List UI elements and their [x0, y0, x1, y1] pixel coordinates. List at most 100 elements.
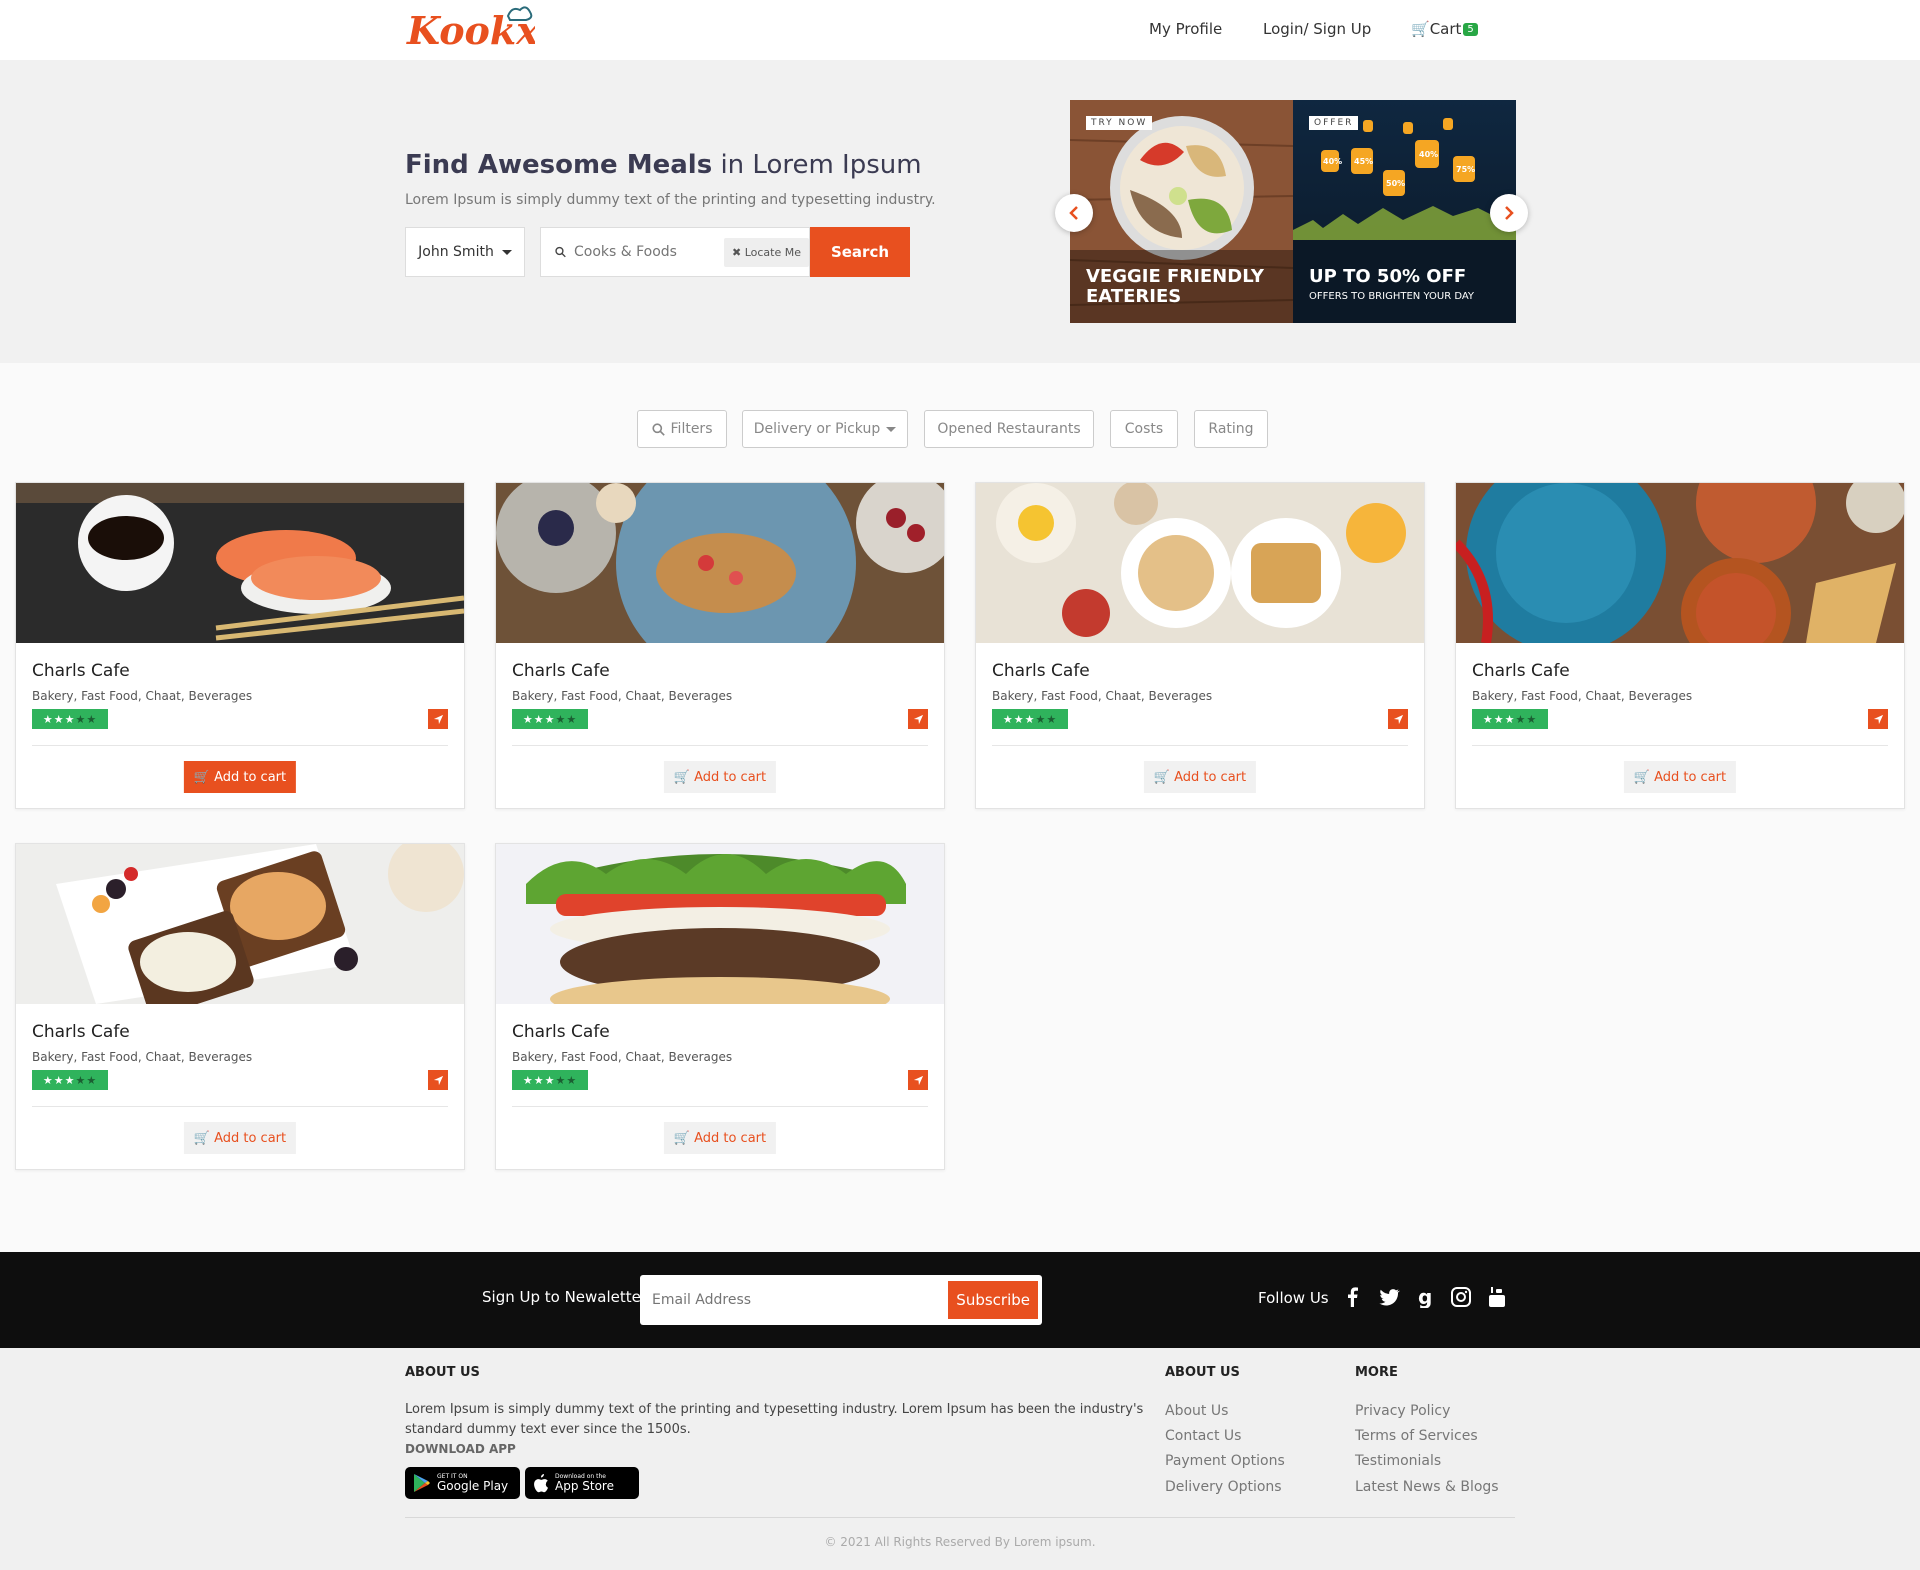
restaurant-card[interactable]: Charls Cafe Bakery, Fast Food, Chaat, Bev… — [495, 482, 945, 809]
add-to-cart-label: Add to cart — [214, 769, 287, 785]
opened-restaurants-button[interactable]: Opened Restaurants — [924, 410, 1094, 448]
google-play-big: Google Play — [437, 1479, 509, 1493]
caret-down-icon — [501, 249, 512, 255]
nav-login-signup[interactable]: Login/ Sign Up — [1263, 20, 1371, 38]
add-to-cart-label: Add to cart — [1174, 769, 1247, 785]
app-store-badge[interactable]: Download on the App Store — [525, 1467, 639, 1499]
star-icon: ★ — [566, 712, 578, 726]
carousel-slide-veggie[interactable]: TRY NOW VEGGIE FRIENDLY EATERIES — [1070, 100, 1293, 323]
carousel-prev-button[interactable] — [1055, 194, 1093, 232]
cart-icon: 🛒 — [193, 769, 211, 785]
instagram-icon[interactable] — [1450, 1286, 1472, 1308]
costs-button[interactable]: Costs — [1110, 410, 1178, 448]
restaurant-name[interactable]: Charls Cafe — [512, 661, 610, 681]
directions-button[interactable] — [428, 709, 448, 729]
restaurant-card[interactable]: Charls Cafe Bakery, Fast Food, Chaat, Bev… — [15, 482, 465, 809]
carousel-slide-offer[interactable]: 40% 45% 40% 50% 75% OFFER UP TO 50% OFF … — [1293, 100, 1516, 323]
directions-button[interactable] — [428, 1070, 448, 1090]
footer-link-delivery-options[interactable]: Delivery Options — [1165, 1479, 1282, 1495]
star-icon: ★ — [1035, 712, 1047, 726]
newsletter-form: Subscribe — [640, 1275, 1042, 1325]
add-to-cart-label: Add to cart — [1654, 769, 1727, 785]
locate-me-button[interactable]: ✖ Locate Me — [723, 237, 809, 267]
search-button[interactable]: Search — [810, 227, 910, 277]
star-icon: ★ — [1515, 712, 1527, 726]
restaurant-card[interactable]: Charls Cafe Bakery, Fast Food, Chaat, Bev… — [15, 843, 465, 1170]
kookxy-logo[interactable]: Kookxy — [405, 4, 564, 56]
google-icon[interactable]: g — [1414, 1286, 1436, 1308]
nav-cart[interactable]: 🛒Cart 5 — [1411, 20, 1478, 38]
restaurant-card[interactable]: Charls Cafe Bakery, Fast Food, Chaat, Bev… — [495, 843, 945, 1170]
download-app-heading: DOWNLOAD APP — [405, 1442, 516, 1456]
restaurant-name[interactable]: Charls Cafe — [32, 661, 130, 681]
restaurant-image[interactable] — [976, 483, 1424, 643]
add-to-cart-button[interactable]: 🛒 Add to cart — [1623, 761, 1737, 793]
star-icon: ★ — [64, 1073, 76, 1087]
restaurant-cuisines: Bakery, Fast Food, Chaat, Beverages — [32, 689, 253, 703]
directions-button[interactable] — [908, 1070, 928, 1090]
youtube-icon[interactable] — [1486, 1286, 1508, 1308]
card-divider — [1472, 745, 1888, 746]
star-icon: ★ — [53, 712, 65, 726]
footer-link-latest-news[interactable]: Latest News & Blogs — [1355, 1479, 1499, 1495]
search-input[interactable] — [573, 244, 724, 260]
restaurant-card[interactable]: Charls Cafe Bakery, Fast Food, Chaat, Bev… — [975, 482, 1425, 809]
rating-stars: ★ ★ ★ ★ ★ — [512, 709, 588, 729]
directions-button[interactable] — [908, 709, 928, 729]
add-to-cart-button[interactable]: 🛒 Add to cart — [183, 1122, 297, 1154]
directions-button[interactable] — [1388, 709, 1408, 729]
restaurant-name[interactable]: Charls Cafe — [992, 661, 1090, 681]
star-icon: ★ — [555, 712, 567, 726]
nav-my-profile[interactable]: My Profile — [1149, 20, 1222, 38]
star-icon: ★ — [42, 1073, 54, 1087]
star-icon: ★ — [533, 712, 545, 726]
twitter-icon[interactable] — [1378, 1286, 1400, 1308]
restaurant-name[interactable]: Charls Cafe — [512, 1022, 610, 1042]
restaurant-image[interactable] — [1456, 483, 1904, 643]
star-icon: ★ — [1002, 712, 1014, 726]
star-icon: ★ — [555, 1073, 567, 1087]
star-icon: ★ — [1482, 712, 1494, 726]
chevron-left-icon — [1069, 206, 1078, 220]
cart-icon: 🛒 — [673, 769, 691, 785]
delivery-pickup-dropdown[interactable]: Delivery or Pickup — [742, 410, 908, 448]
rating-button[interactable]: Rating — [1194, 410, 1268, 448]
star-icon: ★ — [522, 1073, 534, 1087]
footer-link-testimonials[interactable]: Testimonials — [1355, 1453, 1441, 1469]
facebook-icon[interactable] — [1342, 1286, 1364, 1308]
star-icon: ★ — [53, 1073, 65, 1087]
user-dropdown[interactable]: John Smith — [405, 227, 525, 277]
location-arrow-icon — [433, 714, 443, 724]
star-icon: ★ — [86, 1073, 98, 1087]
location-arrow-icon — [913, 714, 923, 724]
card-divider — [32, 745, 448, 746]
footer-link-privacy-policy[interactable]: Privacy Policy — [1355, 1403, 1450, 1419]
restaurant-image[interactable] — [16, 483, 464, 643]
add-to-cart-button[interactable]: 🛒 Add to cart — [183, 761, 297, 793]
footer-link-payment-options[interactable]: Payment Options — [1165, 1453, 1285, 1469]
footer-link-about-us[interactable]: About Us — [1165, 1403, 1228, 1419]
directions-button[interactable] — [1868, 709, 1888, 729]
add-to-cart-button[interactable]: 🛒 Add to cart — [1143, 761, 1257, 793]
restaurant-name[interactable]: Charls Cafe — [32, 1022, 130, 1042]
restaurant-image[interactable] — [496, 844, 944, 1004]
restaurant-image[interactable] — [16, 844, 464, 1004]
restaurant-card[interactable]: Charls Cafe Bakery, Fast Food, Chaat, Bev… — [1455, 482, 1905, 809]
add-to-cart-button[interactable]: 🛒 Add to cart — [663, 761, 777, 793]
restaurant-name[interactable]: Charls Cafe — [1472, 661, 1570, 681]
search-icon — [651, 422, 665, 436]
add-to-cart-button[interactable]: 🛒 Add to cart — [663, 1122, 777, 1154]
slide-title-line1: UP TO 50% OFF — [1309, 266, 1467, 287]
google-play-badge[interactable]: GET IT ON Google Play — [405, 1467, 520, 1499]
filters-button[interactable]: Filters — [637, 410, 727, 448]
footer-link-contact-us[interactable]: Contact Us — [1165, 1428, 1241, 1444]
carousel-next-button[interactable] — [1490, 194, 1528, 232]
footer-link-terms-of-services[interactable]: Terms of Services — [1355, 1428, 1478, 1444]
hero-title-bold: Find Awesome Meals — [405, 150, 713, 180]
subscribe-button[interactable]: Subscribe — [948, 1281, 1038, 1319]
email-field[interactable] — [652, 1292, 949, 1308]
restaurant-image[interactable] — [496, 483, 944, 643]
copyright-text: © 2021 All Rights Reserved By Lorem ipsu… — [824, 1535, 1096, 1549]
site-header — [0, 0, 1920, 60]
cart-count-badge: 5 — [1463, 23, 1478, 36]
